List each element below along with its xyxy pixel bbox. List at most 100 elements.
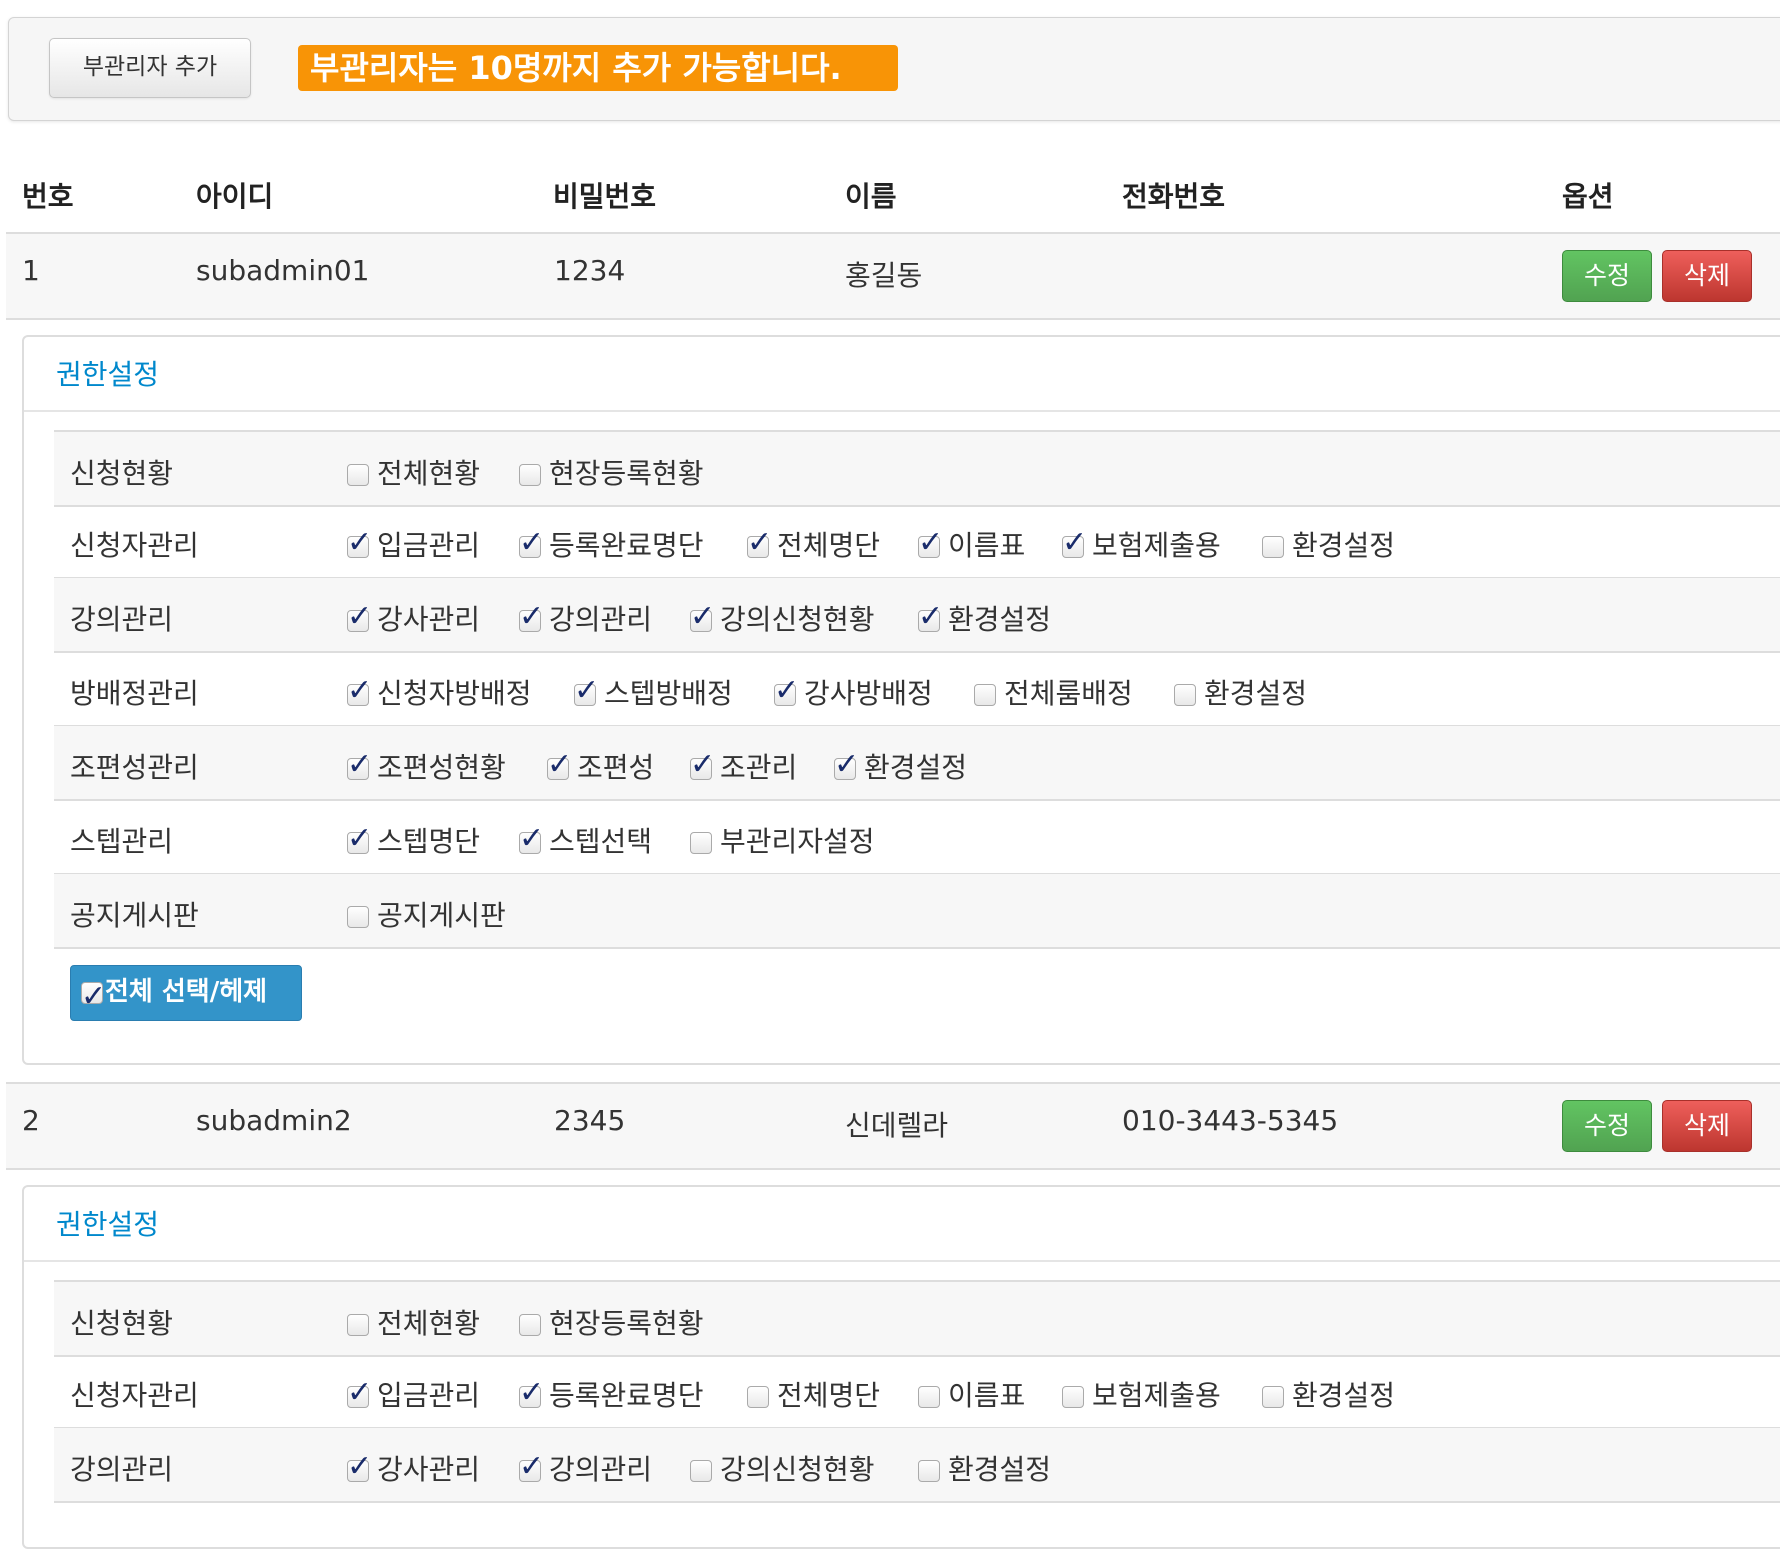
permission-option-label: 환경설정 — [948, 603, 1052, 636]
select-all-label: 전체 선택/헤제 — [105, 977, 268, 1007]
select-all-button[interactable]: 전체 선택/헤제 — [70, 965, 302, 1023]
header-name: 이름 — [845, 180, 897, 213]
add-subadmin-button[interactable]: 부관리자 추가 — [49, 38, 251, 98]
checkbox[interactable] — [519, 821, 544, 856]
permission-option-label: 현장등록현황 — [549, 457, 704, 490]
permission-row: 방배정관리 신청자방배정 스텝방배정 강사방배정 전체룸배정 환경설정 — [54, 652, 1780, 727]
checkbox[interactable] — [574, 673, 599, 708]
checkbox[interactable] — [347, 599, 372, 634]
table-row: 1 subadmin01 1234 홍길동 수정 삭제 — [6, 232, 1780, 320]
permission-row: 신청자관리 입금관리 등록완료명단 전체명단 이름표 보험제출용 환경설정 — [54, 1354, 1780, 1429]
checkbox[interactable] — [834, 747, 859, 782]
checkbox[interactable] — [918, 525, 943, 560]
checkbox[interactable] — [1262, 536, 1284, 558]
checkbox[interactable] — [690, 747, 715, 782]
permission-row: 스텝관리 스텝명단 스텝선택 부관리자설정 — [54, 800, 1780, 875]
permission-row: 신청현황 전체현황 현장등록현황 — [54, 1280, 1780, 1357]
delete-button[interactable]: 삭제 — [1662, 250, 1752, 302]
checkbox[interactable] — [81, 971, 106, 1023]
checkbox[interactable] — [347, 906, 369, 928]
checkbox[interactable] — [519, 1314, 541, 1336]
permission-title: 권한설정 — [56, 1208, 160, 1241]
checkbox[interactable] — [690, 832, 712, 854]
permission-category-label: 스텝관리 — [70, 825, 174, 858]
checkbox[interactable] — [519, 464, 541, 486]
checkbox[interactable] — [347, 821, 372, 856]
permission-option-label: 보험제출용 — [1092, 1379, 1221, 1412]
permission-option-label: 환경설정 — [1292, 529, 1396, 562]
permission-option-label: 이름표 — [948, 529, 1026, 562]
permission-option-label: 전체현황 — [377, 457, 481, 490]
edit-button[interactable]: 수정 — [1562, 1100, 1652, 1152]
permission-option-label: 환경설정 — [1292, 1379, 1396, 1412]
divider — [24, 1260, 1780, 1262]
permission-category-label: 조편성관리 — [70, 751, 199, 784]
permission-option-label: 입금관리 — [377, 1379, 481, 1412]
checkbox[interactable] — [1062, 525, 1087, 560]
cell-no: 2 — [22, 1104, 40, 1137]
checkbox[interactable] — [690, 599, 715, 634]
permission-category-label: 방배정관리 — [70, 677, 199, 710]
checkbox[interactable] — [347, 464, 369, 486]
checkbox[interactable] — [1062, 1386, 1084, 1408]
checkbox[interactable] — [974, 684, 996, 706]
checkbox[interactable] — [918, 1386, 940, 1408]
header-options: 옵션 — [1562, 180, 1614, 213]
checkbox[interactable] — [1262, 1386, 1284, 1408]
permission-category-label: 공지게시판 — [70, 899, 199, 932]
permission-option-label: 보험제출용 — [1092, 529, 1221, 562]
permission-category-label: 신청현황 — [70, 1307, 174, 1340]
permission-row: 신청자관리 입금관리 등록완료명단 전체명단 이름표 보험제출용 환경설정 — [54, 504, 1780, 579]
permission-option-label: 부관리자설정 — [720, 825, 875, 858]
permission-row: 강의관리 강사관리 강의관리 강의신청현황 환경설정 — [54, 1428, 1780, 1503]
permission-option-label: 스텝명단 — [377, 825, 481, 858]
checkbox[interactable] — [347, 673, 372, 708]
cell-name: 신데렐라 — [845, 1109, 949, 1142]
checkbox[interactable] — [347, 525, 372, 560]
permission-option-label: 신청자방배정 — [377, 677, 532, 710]
permission-option-label: 스텝방배정 — [604, 677, 733, 710]
permission-category-label: 강의관리 — [70, 1453, 174, 1486]
permission-option-label: 환경설정 — [948, 1453, 1052, 1486]
delete-button[interactable]: 삭제 — [1662, 1100, 1752, 1152]
permission-option-label: 현장등록현황 — [549, 1307, 704, 1340]
checkbox[interactable] — [918, 1460, 940, 1482]
checkbox[interactable] — [519, 599, 544, 634]
checkbox[interactable] — [747, 525, 772, 560]
checkbox[interactable] — [347, 1375, 372, 1410]
checkbox[interactable] — [347, 747, 372, 782]
permission-option-label: 공지게시판 — [377, 899, 506, 932]
divider — [24, 410, 1780, 412]
permission-option-label: 스텝선택 — [549, 825, 653, 858]
permission-category-label: 신청자관리 — [70, 529, 199, 562]
permission-panel: 권한설정신청현황 전체현황 현장등록현황신청자관리 입금관리 등록완료명단 전체명단 이름표… — [22, 335, 1780, 1065]
permission-option-label: 이름표 — [948, 1379, 1026, 1412]
edit-button[interactable]: 수정 — [1562, 250, 1652, 302]
cell-password: 1234 — [554, 254, 626, 287]
permission-option-label: 강사방배정 — [804, 677, 933, 710]
checkbox[interactable] — [347, 1449, 372, 1484]
checkbox[interactable] — [1174, 684, 1196, 706]
permission-option-label: 전체명단 — [777, 529, 881, 562]
checkbox[interactable] — [774, 673, 799, 708]
permission-category-label: 강의관리 — [70, 603, 174, 636]
permission-option-label: 전체룸배정 — [1004, 677, 1133, 710]
checkbox[interactable] — [690, 1460, 712, 1482]
permission-option-label: 강사관리 — [377, 603, 481, 636]
checkbox[interactable] — [519, 1375, 544, 1410]
cell-id: subadmin2 — [196, 1104, 352, 1137]
header-id: 아이디 — [196, 180, 274, 213]
permission-row: 신청현황 전체현황 현장등록현황 — [54, 430, 1780, 507]
permission-row: 공지게시판 공지게시판 — [54, 874, 1780, 949]
permission-option-label: 환경설정 — [1204, 677, 1308, 710]
checkbox[interactable] — [547, 747, 572, 782]
checkbox[interactable] — [519, 1449, 544, 1484]
table-row: 2 subadmin2 2345 신데렐라 010-3443-5345 수정 삭제 — [6, 1082, 1780, 1170]
limit-notice: 부관리자는 10명까지 추가 가능합니다. — [298, 45, 898, 91]
toolbar: 부관리자 추가 부관리자는 10명까지 추가 가능합니다. — [8, 17, 1780, 121]
checkbox[interactable] — [347, 1314, 369, 1336]
checkbox[interactable] — [519, 525, 544, 560]
checkbox[interactable] — [918, 599, 943, 634]
cell-password: 2345 — [554, 1104, 626, 1137]
checkbox[interactable] — [747, 1386, 769, 1408]
